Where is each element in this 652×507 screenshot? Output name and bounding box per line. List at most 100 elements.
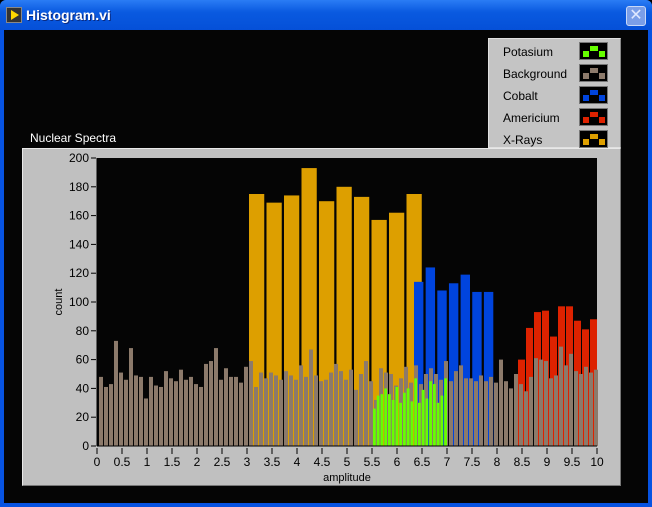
bar-potasium [410, 401, 414, 446]
bar-background [279, 379, 283, 446]
bar-background [464, 378, 468, 446]
x-tick-label: 1.5 [164, 455, 181, 469]
bar-background [574, 371, 578, 446]
bar-background [579, 374, 583, 446]
bar-background [559, 346, 563, 446]
x-tick-label: 4.5 [314, 455, 331, 469]
bar-background [164, 371, 168, 446]
bar-potasium [391, 399, 395, 446]
bar-background [459, 365, 463, 446]
bar-background [264, 378, 268, 446]
bar-potasium [433, 384, 436, 446]
bar-background [154, 385, 158, 446]
bar-background [134, 375, 138, 446]
bar-background [584, 366, 588, 446]
y-tick-label: 40 [76, 381, 90, 395]
bar-background [174, 381, 178, 446]
bar-background [544, 361, 548, 446]
bar-background [204, 363, 208, 446]
bar-potasium [425, 398, 429, 446]
bar-background [189, 376, 193, 446]
bar-background [534, 358, 538, 446]
y-tick-label: 60 [76, 353, 90, 367]
bar-background [194, 384, 198, 446]
x-tick-label: 9 [544, 455, 551, 469]
bar-background [329, 372, 333, 446]
bar-background [309, 349, 313, 446]
bar-background [479, 375, 483, 446]
y-tick-label: 80 [76, 324, 90, 338]
bar-background [259, 372, 263, 446]
bar-potasium [399, 402, 402, 446]
bar-background [159, 386, 163, 446]
bar-background [244, 366, 248, 446]
y-tick-label: 20 [76, 410, 90, 424]
bar-background [149, 376, 153, 446]
bar-background [239, 382, 243, 446]
bar-background [199, 386, 203, 446]
bar-background [249, 361, 253, 446]
bar-background [104, 386, 108, 446]
bar-background [344, 379, 348, 446]
y-tick-label: 140 [69, 237, 89, 251]
bar-potasium [436, 402, 440, 446]
bar-background [359, 374, 363, 446]
bar-background [339, 371, 343, 446]
bar-background [294, 379, 298, 446]
bar-background [539, 359, 543, 446]
bar-potasium [421, 389, 425, 446]
bar-background [334, 363, 338, 446]
bar-background [99, 376, 103, 446]
bar-background [354, 389, 358, 446]
bar-background [454, 371, 458, 446]
bar-background [219, 379, 223, 446]
bar-background [254, 386, 258, 446]
x-tick-label: 7.5 [464, 455, 481, 469]
bar-potasium [373, 408, 376, 446]
bar-background [269, 372, 273, 446]
x-tick-label: 6.5 [414, 455, 431, 469]
bar-background [109, 384, 113, 446]
bar-background [129, 348, 133, 446]
bar-potasium [403, 392, 406, 446]
bar-potasium [395, 386, 399, 446]
bar-potasium [414, 378, 417, 446]
bar-background [484, 381, 488, 446]
bar-background [474, 381, 478, 446]
bar-background [169, 378, 173, 446]
x-tick-label: 2.5 [214, 455, 231, 469]
y-tick-label: 0 [82, 439, 89, 453]
x-tick-label: 1 [144, 455, 151, 469]
x-tick-label: 7 [444, 455, 451, 469]
y-tick-label: 100 [69, 295, 89, 309]
bar-background [554, 375, 558, 446]
bar-background [304, 376, 308, 446]
bar-background [489, 376, 493, 446]
bar-potasium [384, 388, 387, 446]
bar-background [179, 369, 183, 446]
x-tick-label: 8 [494, 455, 501, 469]
x-axis-label: amplitude [323, 472, 371, 484]
bar-background [524, 391, 528, 446]
x-tick-label: 3.5 [264, 455, 281, 469]
x-tick-label: 4 [294, 455, 301, 469]
x-tick-label: 9.5 [564, 455, 581, 469]
bar-potasium [429, 381, 432, 446]
y-tick-label: 180 [69, 180, 89, 194]
x-tick-label: 8.5 [514, 455, 531, 469]
bar-background [284, 371, 288, 446]
bar-background [469, 378, 473, 446]
bar-background [214, 348, 218, 446]
x-tick-label: 2 [194, 455, 201, 469]
bar-background [449, 381, 453, 446]
bar-background [319, 381, 323, 446]
bar-background [499, 359, 503, 446]
bar-potasium [388, 394, 391, 446]
x-tick-label: 0 [94, 455, 101, 469]
bar-potasium [406, 388, 410, 446]
bar-potasium [444, 378, 447, 446]
y-axis-label: count [53, 289, 65, 316]
bar-background [184, 379, 188, 446]
bar-background [229, 376, 233, 446]
bar-background [529, 376, 533, 446]
